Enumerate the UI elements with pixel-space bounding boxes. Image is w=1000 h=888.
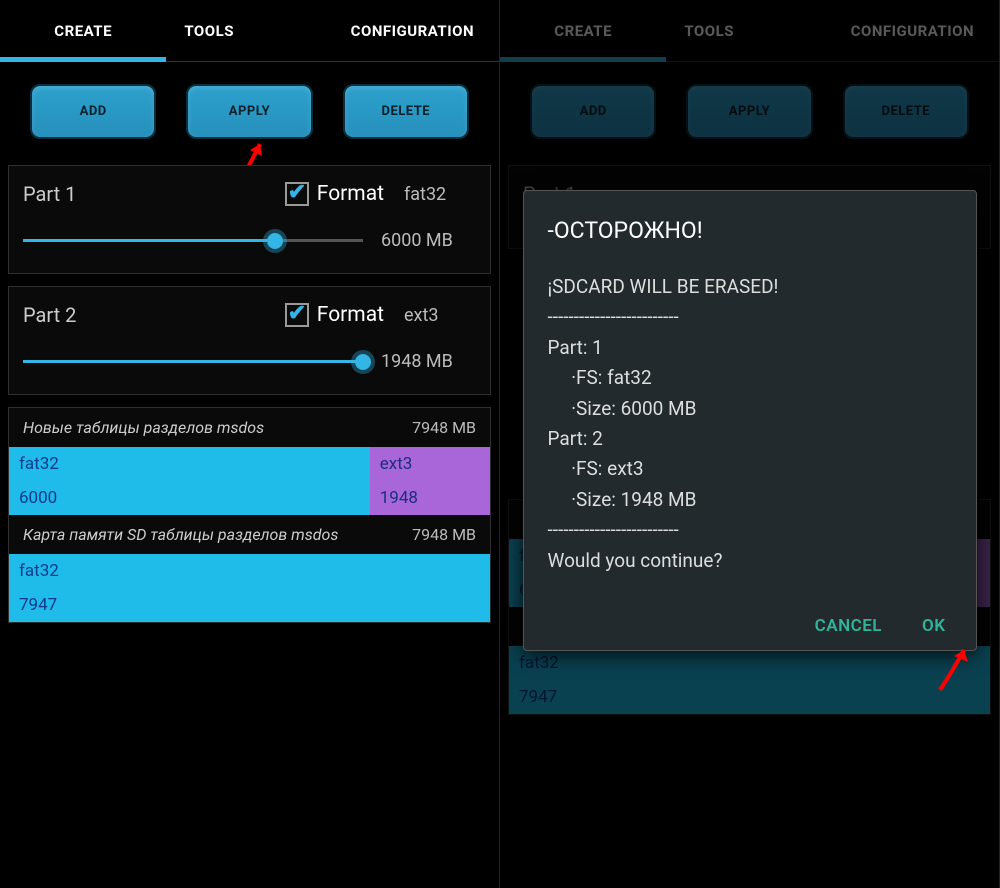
part1-slider-fill	[23, 239, 275, 242]
part2-slider[interactable]	[23, 360, 363, 363]
part2-size: 1948 MB	[381, 351, 476, 372]
partition-card-1: Part 1 Format fat32 6000 MB	[8, 165, 491, 274]
action-row: ADD APPLY DELETE	[0, 62, 499, 165]
tab-create[interactable]: CREATE	[0, 0, 166, 61]
sd-table-total: 7948 MB	[412, 525, 476, 544]
part1-fs[interactable]: fat32	[404, 184, 476, 205]
tabs: CREATE TOOLS CONFIGURATION	[0, 0, 499, 62]
part1-slider-thumb[interactable]	[263, 229, 287, 253]
sd-part1-fs: fat32	[9, 554, 490, 588]
sd-table-title: Карта памяти SD таблицы разделов msdos	[23, 525, 338, 544]
part1-format-checkbox[interactable]	[285, 182, 309, 206]
left-screen: CREATE TOOLS CONFIGURATION ADD APPLY DEL…	[0, 0, 500, 888]
apply-button[interactable]: APPLY	[186, 84, 312, 139]
dialog-title: -ОСТОРОЖНО!	[548, 217, 952, 244]
part1-slider[interactable]	[23, 239, 363, 242]
ok-button[interactable]: OK	[922, 616, 946, 636]
new-part2-fs: ext3	[370, 447, 490, 481]
new-part2-size: 1948	[370, 481, 490, 515]
part2-format-checkbox[interactable]	[285, 303, 309, 327]
cancel-button[interactable]: CANCEL	[815, 616, 882, 636]
partition-card-2: Part 2 Format ext3 1948 MB	[8, 286, 491, 395]
delete-button[interactable]: DELETE	[343, 84, 469, 139]
new-part1-size: 6000	[9, 481, 370, 515]
sd-table-fs-row: fat32	[9, 554, 490, 588]
part2-slider-thumb[interactable]	[351, 350, 375, 374]
new-table-fs-row: fat32 ext3	[9, 447, 490, 481]
part2-title: Part 2	[23, 303, 285, 327]
add-button[interactable]: ADD	[30, 84, 156, 139]
tables-card: Новые таблицы разделов msdos 7948 MB fat…	[8, 407, 491, 623]
part1-size: 6000 MB	[381, 230, 476, 251]
dialog-body: ¡SDCARD WILL BE ERASED! ----------------…	[548, 272, 952, 576]
new-table-size-row: 6000 1948	[9, 481, 490, 515]
dialog-backdrop: -ОСТОРОЖНО! ¡SDCARD WILL BE ERASED! ----…	[500, 0, 999, 888]
new-table-header: Новые таблицы разделов msdos 7948 MB	[9, 408, 490, 447]
tab-tools[interactable]: TOOLS	[166, 0, 332, 61]
sd-table-size-row: 7947	[9, 588, 490, 622]
part1-format-label: Format	[317, 182, 384, 206]
new-table-total: 7948 MB	[412, 418, 476, 437]
part1-title: Part 1	[23, 182, 285, 206]
sd-table-header: Карта памяти SD таблицы разделов msdos 7…	[9, 515, 490, 554]
part2-fs[interactable]: ext3	[404, 305, 476, 326]
part2-format-label: Format	[317, 303, 384, 327]
dialog-actions: CANCEL OK	[548, 616, 952, 636]
warning-dialog: -ОСТОРОЖНО! ¡SDCARD WILL BE ERASED! ----…	[523, 190, 977, 651]
part2-slider-fill	[23, 360, 363, 363]
new-table-title: Новые таблицы разделов msdos	[23, 418, 264, 437]
new-part1-fs: fat32	[9, 447, 370, 481]
sd-part1-size: 7947	[9, 588, 490, 622]
tab-configuration[interactable]: CONFIGURATION	[333, 0, 499, 61]
right-screen: CREATE TOOLS CONFIGURATION ADD APPLY DEL…	[500, 0, 1000, 888]
